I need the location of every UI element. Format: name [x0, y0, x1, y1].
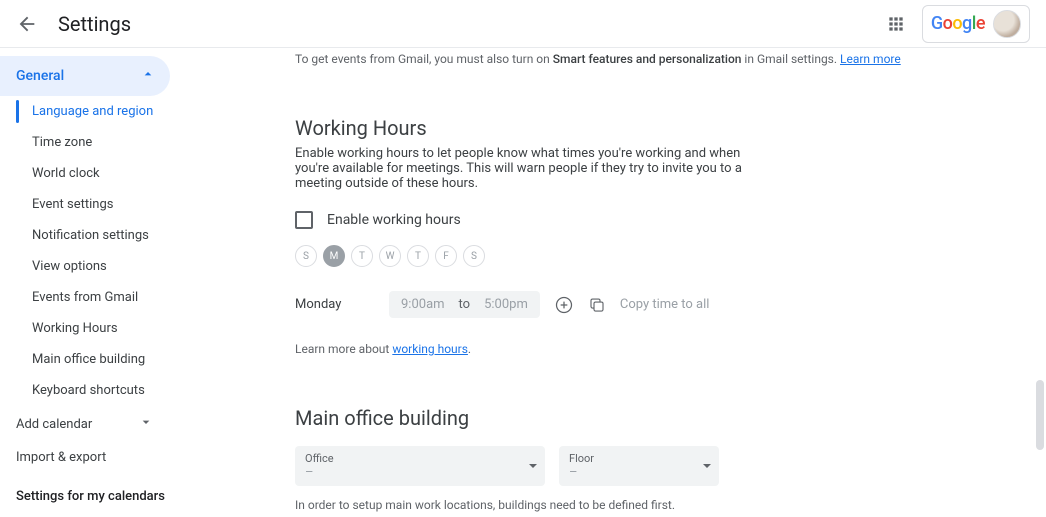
to-label: to: [459, 297, 471, 312]
time-range-inputs[interactable]: 9:00am to 5:00pm: [389, 291, 540, 318]
sidebar-item-world-clock[interactable]: World clock: [0, 158, 255, 189]
sidebar-item-notification-settings[interactable]: Notification settings: [0, 220, 255, 251]
sidebar-item-language-region[interactable]: Language and region: [0, 96, 255, 127]
sidebar-my-calendars-header: Settings for my calendars: [0, 473, 255, 510]
sidebar-section-general[interactable]: General: [0, 56, 170, 96]
day-chip-tue[interactable]: T: [351, 245, 373, 267]
sidebar-section-add-calendar[interactable]: Add calendar: [0, 406, 255, 442]
sidebar-item-view-options[interactable]: View options: [0, 251, 255, 282]
app-header: Settings Google: [0, 0, 1046, 48]
sidebar-item-time-zone[interactable]: Time zone: [0, 127, 255, 158]
sidebar-item-main-office-building[interactable]: Main office building: [0, 344, 255, 375]
google-logo: Google: [931, 13, 985, 34]
enable-working-hours-label: Enable working hours: [327, 212, 461, 228]
caret-down-icon: [703, 464, 711, 468]
back-arrow-icon[interactable]: [16, 13, 38, 35]
day-chip-sun[interactable]: S: [295, 245, 317, 267]
time-range-row: Monday 9:00am to 5:00pm Copy time to all: [295, 291, 1006, 318]
sidebar-section-label: General: [16, 68, 64, 84]
chevron-up-icon: [140, 66, 156, 86]
page-title: Settings: [58, 12, 131, 36]
office-select[interactable]: Office –: [295, 446, 545, 486]
working-hours-learn-more-link[interactable]: working hours: [392, 342, 468, 356]
day-chip-wed[interactable]: W: [379, 245, 401, 267]
main-content: To get events from Gmail, you must also …: [255, 48, 1046, 517]
working-hours-title: Working Hours: [295, 116, 1006, 140]
gmail-hint: To get events from Gmail, you must also …: [295, 52, 1006, 66]
day-chip-sat[interactable]: S: [463, 245, 485, 267]
header-left: Settings: [16, 12, 131, 36]
copy-time-label: Copy time to all: [620, 297, 710, 312]
working-hours-footnote: Learn more about working hours.: [295, 342, 1006, 356]
header-right: Google: [882, 5, 1030, 43]
add-time-icon[interactable]: [554, 295, 574, 315]
floor-select[interactable]: Floor –: [559, 446, 719, 486]
sidebar-item-event-settings[interactable]: Event settings: [0, 189, 255, 220]
end-time-value: 5:00pm: [484, 297, 528, 312]
sidebar-calendar-item[interactable]: Danny Maiorca: [0, 510, 255, 517]
sidebar-section-import-export[interactable]: Import & export: [0, 442, 255, 473]
days-of-week: S M T W T F S: [295, 245, 1006, 267]
day-chip-thu[interactable]: T: [407, 245, 429, 267]
office-selects-row: Office – Floor –: [295, 446, 1006, 486]
enable-working-hours-row: Enable working hours: [295, 211, 1006, 229]
copy-icon[interactable]: [588, 296, 606, 314]
main-office-helper: In order to setup main work locations, b…: [295, 498, 1006, 512]
enable-working-hours-checkbox[interactable]: [295, 211, 313, 229]
avatar[interactable]: [993, 10, 1021, 38]
sidebar-item-keyboard-shortcuts[interactable]: Keyboard shortcuts: [0, 375, 255, 406]
working-hours-desc: Enable working hours to let people know …: [295, 146, 745, 191]
sidebar: General Language and region Time zone Wo…: [0, 48, 255, 517]
body: General Language and region Time zone Wo…: [0, 48, 1046, 517]
day-chip-mon[interactable]: M: [323, 245, 345, 267]
caret-down-icon: [529, 464, 537, 468]
chevron-down-icon: [138, 414, 154, 434]
sidebar-item-events-from-gmail[interactable]: Events from Gmail: [0, 282, 255, 313]
apps-grid-icon[interactable]: [882, 10, 910, 38]
account-switcher[interactable]: Google: [922, 5, 1030, 43]
time-row-day-label: Monday: [295, 297, 375, 312]
main-office-title: Main office building: [295, 406, 1006, 430]
sidebar-item-working-hours[interactable]: Working Hours: [0, 313, 255, 344]
start-time-value: 9:00am: [401, 297, 445, 312]
day-chip-fri[interactable]: F: [435, 245, 457, 267]
scrollbar-thumb[interactable]: [1036, 380, 1044, 450]
gmail-learn-more-link[interactable]: Learn more: [840, 52, 901, 66]
